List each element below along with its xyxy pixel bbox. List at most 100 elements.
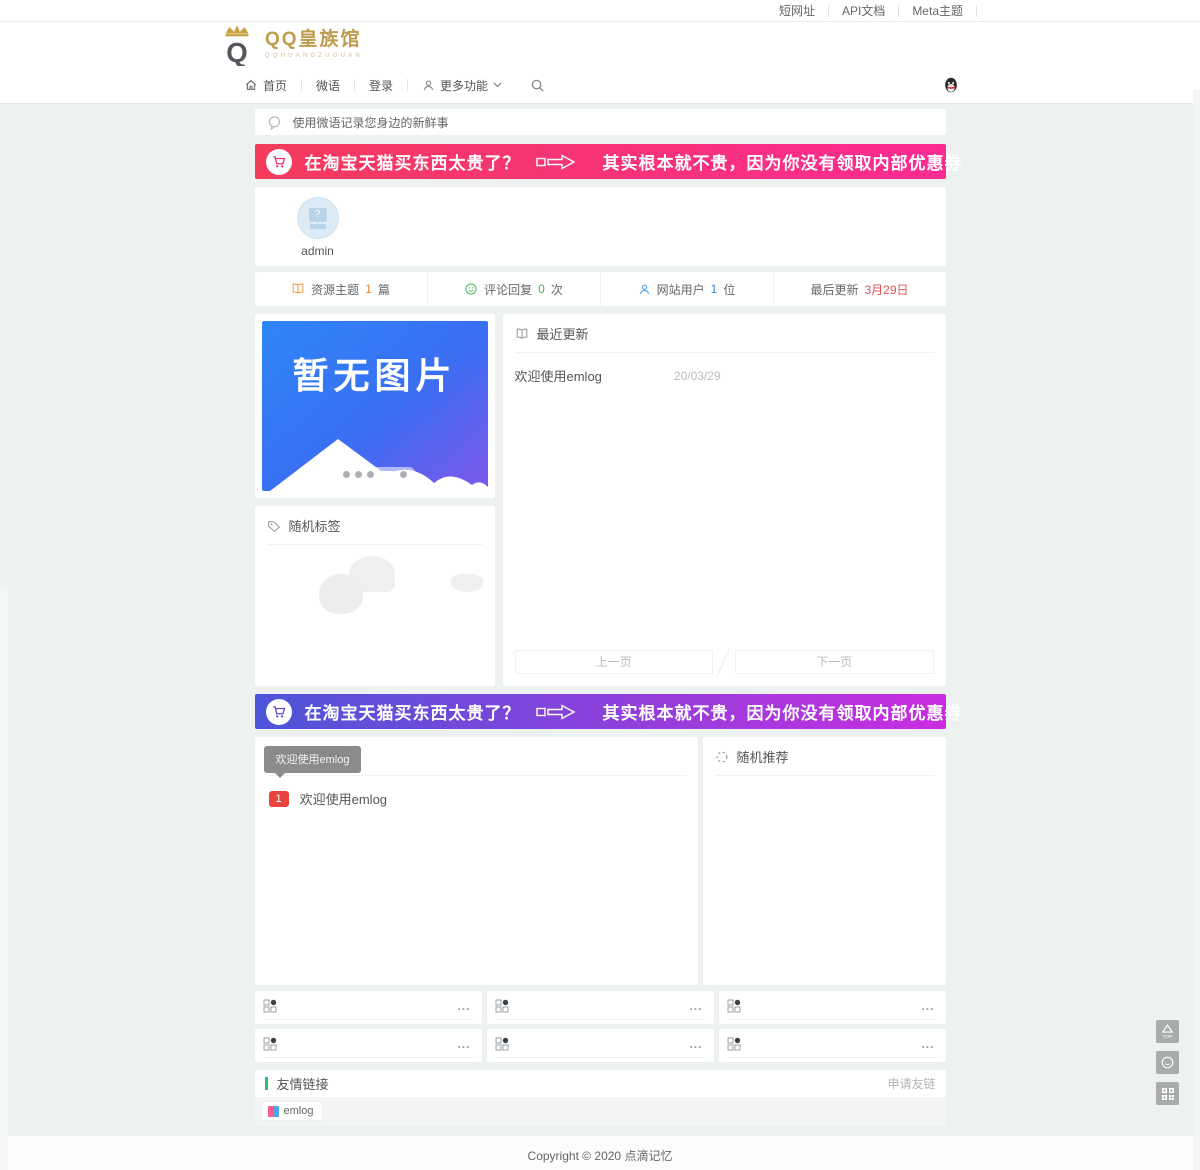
more-label: ... bbox=[689, 1037, 702, 1051]
slider-dot[interactable] bbox=[400, 471, 407, 478]
slider-dots bbox=[334, 467, 416, 482]
topbar-link-short-url[interactable]: 短网址 bbox=[766, 5, 829, 17]
tags-placeholder-blob bbox=[451, 574, 483, 592]
more-label: ... bbox=[457, 1037, 470, 1051]
grid-icon bbox=[495, 999, 509, 1013]
home-icon bbox=[244, 78, 258, 92]
back-to-top-icon: TOP bbox=[1159, 1023, 1176, 1040]
grid-icon bbox=[495, 1037, 509, 1051]
stat-comment-replies[interactable]: 评论回复 0 次 bbox=[428, 272, 601, 306]
site-stats-bar: 资源主题 1 篇 评论回复 0 次 网站用户 1 位 最 bbox=[255, 272, 946, 306]
random-recommend-card: 随机推荐 bbox=[703, 737, 946, 985]
category-card[interactable]: ... bbox=[487, 991, 714, 1024]
taobao-coupon-banner-top[interactable]: 在淘宝天猫买东西太贵了？ 其实根本就不贵，因为你没有领取内部优惠券 bbox=[255, 144, 946, 179]
no-image-text: 暂无图片 bbox=[262, 347, 488, 399]
qr-code-button[interactable] bbox=[1156, 1082, 1179, 1105]
pagination: 上一页 下一页 bbox=[515, 650, 934, 674]
slider-dot[interactable] bbox=[355, 471, 362, 478]
category-card[interactable]: ... bbox=[719, 991, 946, 1024]
svg-text:TOP: TOP bbox=[1163, 1034, 1173, 1040]
banner-question: 在淘宝天猫买东西太贵了？ bbox=[305, 699, 521, 724]
avatar-strip bbox=[310, 224, 326, 229]
refresh-icon bbox=[715, 750, 729, 764]
category-card[interactable]: ... bbox=[719, 1029, 946, 1062]
category-card[interactable]: ... bbox=[487, 1029, 714, 1062]
double-arrow-icon bbox=[536, 703, 588, 721]
secondary-columns: 欢迎使用emlog 热度榜单 1 欢迎使用emlog 随机推荐 bbox=[255, 737, 946, 985]
stat-label: 网站用户 bbox=[657, 281, 705, 298]
svg-text:Q: Q bbox=[226, 37, 247, 66]
user-avatar-button[interactable] bbox=[942, 76, 960, 94]
friend-links-header: 友情链接 申请友链 bbox=[255, 1070, 946, 1097]
prev-page-button[interactable]: 上一页 bbox=[515, 650, 714, 674]
nav-item-home[interactable]: 首页 bbox=[230, 77, 301, 94]
main-content: 使用微语记录您身边的新鲜事 在淘宝天猫买东西太贵了？ 其实根本就不贵，因为你没有… bbox=[255, 104, 946, 1126]
topbar: 短网址 API文档 Meta主题 bbox=[0, 0, 1200, 22]
stat-value: 3月29日 bbox=[864, 281, 908, 298]
navbar: 首页 微语 登录 更多功能 bbox=[0, 67, 1200, 104]
scrollbar-track[interactable] bbox=[1193, 90, 1200, 1170]
recent-updates-header: 最近更新 bbox=[515, 324, 934, 353]
stat-resource-topics[interactable]: 资源主题 1 篇 bbox=[255, 272, 428, 306]
topbar-link-api-docs[interactable]: API文档 bbox=[829, 5, 899, 17]
stat-value: 1 bbox=[711, 282, 718, 296]
slider-no-image[interactable]: 暂无图片 bbox=[262, 321, 488, 491]
nav-item-label: 首页 bbox=[263, 77, 287, 94]
tag-icon bbox=[267, 519, 281, 533]
crown-q-icon: Q bbox=[218, 24, 256, 66]
book-icon bbox=[291, 282, 305, 296]
nav-item-weiyu[interactable]: 微语 bbox=[302, 77, 354, 94]
apply-friend-link[interactable]: 申请友链 bbox=[887, 1075, 935, 1092]
topbar-link-meta-theme[interactable]: Meta主题 bbox=[899, 5, 977, 17]
nav-item-login[interactable]: 登录 bbox=[355, 77, 407, 94]
stat-site-users[interactable]: 网站用户 1 位 bbox=[601, 272, 774, 306]
profile-username: admin bbox=[293, 244, 343, 258]
comment-button[interactable] bbox=[1156, 1051, 1179, 1074]
shopping-cart-icon bbox=[266, 149, 292, 175]
tags-placeholder-blob bbox=[319, 574, 363, 614]
site-subtitle: QQHUANGZUGUAN bbox=[265, 53, 363, 59]
random-recommend-title: 随机推荐 bbox=[737, 747, 789, 766]
slider-dot[interactable] bbox=[367, 471, 374, 478]
shopping-cart-icon bbox=[266, 699, 292, 725]
profile-avatar-link[interactable]: ? admin bbox=[293, 197, 343, 258]
search-button[interactable] bbox=[520, 78, 555, 93]
friend-links-title: 友情链接 bbox=[277, 1074, 888, 1093]
stat-value: 1 bbox=[365, 282, 372, 296]
weiyu-notice-bar[interactable]: 使用微语记录您身边的新鲜事 bbox=[255, 109, 946, 135]
recent-post-row[interactable]: 欢迎使用emlog 20/03/29 bbox=[515, 353, 934, 398]
nav-item-label: 登录 bbox=[369, 77, 393, 94]
category-card[interactable]: ... bbox=[255, 991, 482, 1024]
stat-last-update: 最后更新 3月29日 bbox=[774, 272, 946, 306]
stat-label: 评论回复 bbox=[484, 281, 532, 298]
hot-tooltip: 欢迎使用emlog bbox=[264, 746, 362, 773]
hot-ranking-card: 欢迎使用emlog 热度榜单 1 欢迎使用emlog bbox=[255, 737, 698, 985]
stat-unit: 位 bbox=[723, 281, 735, 298]
next-page-button[interactable]: 下一页 bbox=[735, 650, 934, 674]
recent-updates-column: 最近更新 欢迎使用emlog 20/03/29 上一页 下一页 bbox=[503, 314, 946, 686]
slider-dot[interactable] bbox=[343, 471, 350, 478]
recent-post-title: 欢迎使用emlog bbox=[515, 366, 602, 385]
qr-code-icon bbox=[1161, 1087, 1175, 1101]
taobao-coupon-banner-bottom[interactable]: 在淘宝天猫买东西太贵了？ 其实根本就不贵，因为你没有领取内部优惠券 bbox=[255, 694, 946, 729]
more-label: ... bbox=[689, 999, 702, 1013]
category-card[interactable]: ... bbox=[255, 1029, 482, 1062]
footer: Copyright © 2020 点滴记忆 程序：Emlog5.31 主题：Me… bbox=[0, 1135, 1200, 1170]
back-to-top-button[interactable]: TOP bbox=[1156, 1020, 1179, 1043]
rank-badge: 1 bbox=[269, 791, 289, 807]
stat-unit: 篇 bbox=[378, 281, 390, 298]
slider-dot-active[interactable] bbox=[379, 471, 395, 478]
hot-post-row[interactable]: 1 欢迎使用emlog bbox=[267, 776, 686, 821]
user-icon bbox=[638, 283, 651, 296]
nav-item-more-features[interactable]: 更多功能 bbox=[408, 77, 516, 94]
friend-links-list: emlog bbox=[255, 1097, 946, 1126]
floating-toolbar: TOP bbox=[1156, 1020, 1179, 1105]
profile-card: ? admin bbox=[255, 187, 946, 266]
site-logo[interactable]: Q QQ皇族馆 QQHUANGZUGUAN bbox=[218, 24, 363, 66]
friend-link-emlog[interactable]: emlog bbox=[261, 1101, 324, 1121]
friend-link-label: emlog bbox=[284, 1105, 314, 1117]
random-recommend-header: 随机推荐 bbox=[715, 747, 934, 776]
banner-answer: 其实根本就不贵，因为你没有领取内部优惠券 bbox=[603, 699, 963, 724]
stat-value: 0 bbox=[538, 282, 545, 296]
category-card-grid: ... ... ... ... ... ... bbox=[255, 991, 946, 1062]
